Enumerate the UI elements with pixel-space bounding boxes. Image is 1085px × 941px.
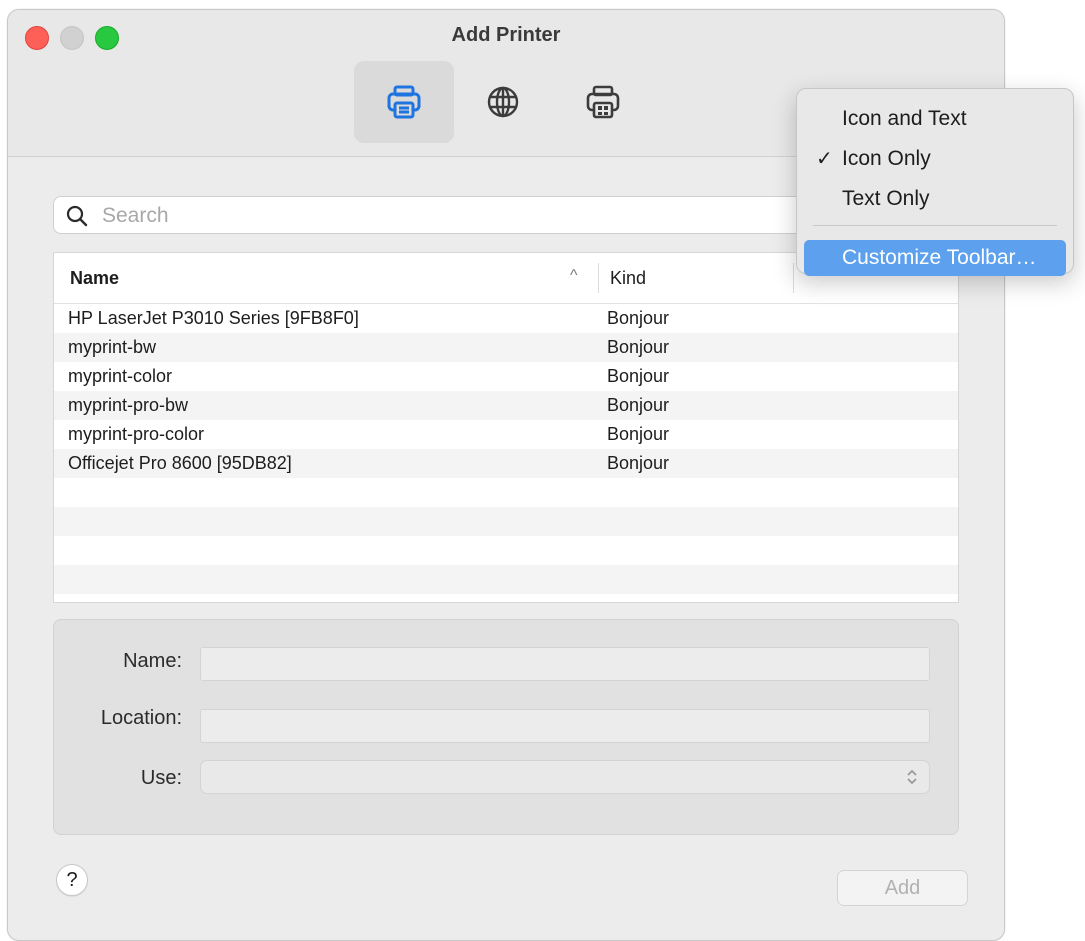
toolbar-ip-button[interactable]: [453, 61, 553, 143]
empty-row: [54, 478, 958, 507]
window-title: Add Printer: [451, 24, 561, 46]
printer-kind: Bonjour: [607, 366, 670, 386]
column-header-kind[interactable]: Kind: [610, 268, 646, 289]
toolbar-default-button[interactable]: [354, 61, 454, 143]
table-row[interactable]: myprint-pro-bw Bonjour: [54, 391, 958, 420]
menu-item-label: Icon and Text: [842, 107, 967, 130]
printer-name: myprint-bw: [68, 337, 157, 357]
printer-name: myprint-pro-color: [68, 424, 205, 444]
table-row[interactable]: HP LaserJet P3010 Series [9FB8F0] Bonjour: [54, 304, 958, 333]
printer-kind: Bonjour: [607, 337, 670, 357]
printer-name: myprint-pro-bw: [68, 395, 189, 415]
checkmark-icon: ✓: [816, 148, 833, 170]
toolbar-context-menu: Icon and Text ✓ Icon Only Text Only Cust…: [796, 88, 1074, 276]
add-button[interactable]: Add: [837, 870, 968, 906]
empty-row: [54, 507, 958, 536]
use-select[interactable]: [200, 760, 930, 794]
ip-globe-icon: [487, 86, 519, 118]
menu-separator: [813, 225, 1057, 226]
column-header-name[interactable]: Name: [70, 268, 119, 289]
table-body: HP LaserJet P3010 Series [9FB8F0] Bonjour…: [54, 304, 958, 594]
default-printer-icon: [387, 85, 421, 119]
toolbar-windows-button[interactable]: [553, 61, 653, 143]
printer-name: Officejet Pro 8600 [95DB82]: [68, 453, 292, 473]
location-label: Location:: [100, 707, 182, 729]
printer-kind: Bonjour: [607, 453, 670, 473]
help-button[interactable]: ?: [56, 864, 88, 896]
printer-kind: Bonjour: [607, 308, 670, 328]
name-field[interactable]: [200, 647, 930, 681]
menu-item-customize-toolbar[interactable]: Customize Toolbar…: [804, 240, 1066, 276]
printer-details-form: Name: Location: Use:: [53, 619, 959, 835]
sort-ascending-icon: ^: [570, 267, 578, 284]
printer-kind: Bonjour: [607, 424, 670, 444]
column-divider[interactable]: [598, 263, 599, 293]
menu-item-label: Icon Only: [842, 147, 931, 170]
empty-row: [54, 536, 958, 565]
location-field[interactable]: [200, 709, 930, 743]
search-input[interactable]: [100, 203, 804, 229]
menu-item-label: Text Only: [842, 187, 930, 210]
menu-item-label: Customize Toolbar…: [842, 246, 1037, 269]
printer-name: myprint-color: [68, 366, 173, 386]
printer-list: Name ^ Kind HP LaserJet P3010 Series [9F…: [53, 252, 959, 603]
menu-item-text-only[interactable]: Text Only: [804, 181, 1066, 217]
printer-kind: Bonjour: [607, 395, 670, 415]
search-icon: [66, 205, 88, 227]
table-row[interactable]: myprint-bw Bonjour: [54, 333, 958, 362]
table-row[interactable]: myprint-pro-color Bonjour: [54, 420, 958, 449]
empty-row: [54, 565, 958, 594]
use-label: Use:: [140, 767, 182, 789]
table-row[interactable]: myprint-color Bonjour: [54, 362, 958, 391]
menu-item-icon-only[interactable]: ✓ Icon Only: [804, 141, 1066, 177]
printer-name: HP LaserJet P3010 Series [9FB8F0]: [68, 308, 359, 328]
chevron-updown-icon: [907, 769, 917, 785]
menu-item-icon-and-text[interactable]: Icon and Text: [804, 101, 1066, 137]
windows-printer-icon: [586, 85, 620, 119]
column-divider[interactable]: [793, 263, 794, 293]
table-row[interactable]: Officejet Pro 8600 [95DB82] Bonjour: [54, 449, 958, 478]
name-label: Name:: [123, 650, 182, 672]
